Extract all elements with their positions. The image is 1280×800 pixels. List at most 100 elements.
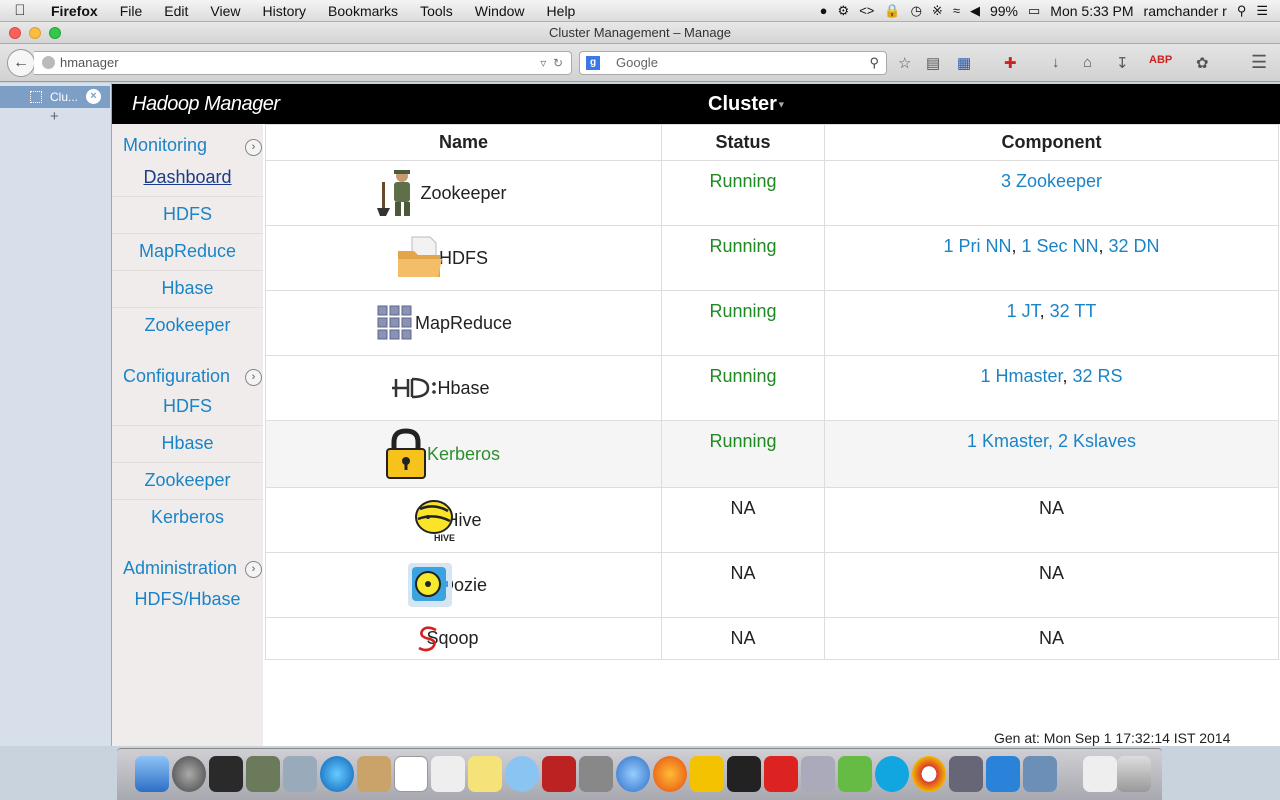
nav-item-config-hbase[interactable]: Hbase xyxy=(112,426,263,463)
minimize-window-button[interactable] xyxy=(29,27,41,39)
nav-item-config-hdfs[interactable]: HDFS xyxy=(112,389,263,426)
volume-icon[interactable]: ◀ xyxy=(970,3,980,19)
preview-icon[interactable] xyxy=(1023,756,1057,792)
calendar-icon[interactable] xyxy=(394,756,428,792)
back-button[interactable]: ← xyxy=(7,49,35,77)
gear-status-icon[interactable]: ⚙ xyxy=(838,3,850,19)
menu-app-firefox[interactable]: Firefox xyxy=(40,3,109,19)
menu-bookmarks[interactable]: Bookmarks xyxy=(317,3,409,19)
menu-history[interactable]: History xyxy=(251,3,317,19)
finder-icon[interactable] xyxy=(135,756,169,792)
cluster-dropdown[interactable]: Cluster▼ xyxy=(708,93,786,116)
close-tab-icon[interactable]: × xyxy=(86,89,101,104)
nav-item-monitoring-hbase[interactable]: Hbase xyxy=(112,271,263,308)
nav-item-admin-hdfs-hbase[interactable]: HDFS/Hbase xyxy=(112,582,263,619)
lock-status-icon[interactable]: 🔒 xyxy=(884,3,900,19)
app-icon[interactable] xyxy=(209,756,243,792)
component-link[interactable]: 3 Zookeeper xyxy=(1001,171,1102,191)
keychain-icon[interactable] xyxy=(801,756,835,792)
component-link[interactable]: 32 RS xyxy=(1073,366,1123,386)
extension-icon[interactable]: ✿ xyxy=(1196,54,1209,72)
component-link[interactable]: 1 Kmaster, 2 Kslaves xyxy=(967,431,1136,451)
skype-status-icon[interactable]: ● xyxy=(820,3,828,18)
trash-icon[interactable] xyxy=(1117,756,1151,792)
downloads-icon[interactable]: ↧ xyxy=(1116,54,1129,72)
component-link[interactable]: 32 TT xyxy=(1050,301,1097,321)
service-name-kerberos[interactable]: Kerberos xyxy=(427,444,500,464)
app-icon[interactable] xyxy=(690,756,724,792)
acrobat-icon[interactable] xyxy=(764,756,798,792)
google-engine-icon[interactable]: g xyxy=(586,56,600,70)
reading-list-icon[interactable]: ▤ xyxy=(926,54,940,72)
document-icon[interactable] xyxy=(1083,756,1117,792)
launchpad-icon[interactable] xyxy=(172,756,206,792)
wifi-icon[interactable]: ≈ xyxy=(953,3,960,18)
notification-icon[interactable]: ☰ xyxy=(1256,3,1268,19)
reload-icon[interactable]: ▿ ↻ xyxy=(540,52,563,74)
menu-view[interactable]: View xyxy=(199,3,251,19)
adblock-icon[interactable]: ABP xyxy=(1149,54,1172,66)
app-icon[interactable] xyxy=(986,756,1020,792)
battery-percent[interactable]: 99% xyxy=(990,3,1018,19)
nav-item-config-kerberos[interactable]: Kerberos xyxy=(112,500,263,537)
code-icon[interactable]: <> xyxy=(859,3,874,18)
addon-red-cross-icon[interactable]: ✚ xyxy=(1004,54,1017,72)
home-icon[interactable]: ⌂ xyxy=(1083,54,1092,71)
reminders-icon[interactable] xyxy=(431,756,465,792)
menu-tools[interactable]: Tools xyxy=(409,3,464,19)
save-icon[interactable]: ▦ xyxy=(957,54,971,72)
app-icon[interactable] xyxy=(949,756,983,792)
messages-icon[interactable] xyxy=(505,756,539,792)
chevron-right-icon[interactable]: › xyxy=(245,369,262,386)
nav-section-configuration[interactable]: Configuration xyxy=(123,366,230,387)
url-bar[interactable]: hmanager ▿ ↻ xyxy=(34,51,572,75)
chrome-icon[interactable] xyxy=(912,756,946,792)
new-tab-plus-icon[interactable]: + xyxy=(50,108,59,125)
zoom-window-button[interactable] xyxy=(49,27,61,39)
nav-section-monitoring[interactable]: Monitoring xyxy=(123,135,207,156)
menu-window[interactable]: Window xyxy=(464,3,536,19)
nav-item-monitoring-hdfs[interactable]: HDFS xyxy=(112,197,263,234)
menu-help[interactable]: Help xyxy=(536,3,587,19)
apple-menu-icon[interactable]:  xyxy=(0,2,40,19)
bluetooth-icon[interactable]: ※ xyxy=(932,3,943,19)
nav-item-monitoring-mapreduce[interactable]: MapReduce xyxy=(112,234,263,271)
menu-edit[interactable]: Edit xyxy=(153,3,199,19)
close-window-button[interactable] xyxy=(9,27,21,39)
firefox-icon[interactable] xyxy=(653,756,687,792)
download-arrow-icon[interactable]: ↓ xyxy=(1052,54,1060,71)
component-link[interactable]: 1 Hmaster xyxy=(980,366,1062,386)
time-machine-icon[interactable]: ◷ xyxy=(911,3,922,19)
nav-item-dashboard[interactable]: Dashboard xyxy=(112,160,263,197)
battery-icon[interactable]: ▭ xyxy=(1028,3,1040,19)
itunes-icon[interactable] xyxy=(320,756,354,792)
nav-section-administration[interactable]: Administration xyxy=(123,558,237,579)
menu-hamburger-icon[interactable]: ☰ xyxy=(1251,52,1267,73)
component-link[interactable]: 1 Sec NN xyxy=(1021,236,1098,256)
system-preferences-icon[interactable] xyxy=(579,756,613,792)
menu-file[interactable]: File xyxy=(109,3,154,19)
brand-logo[interactable]: Hadoop Manager xyxy=(132,93,280,116)
nav-item-monitoring-zookeeper[interactable]: Zookeeper xyxy=(112,308,263,345)
tab-cluster[interactable]: Clu... × xyxy=(0,86,110,108)
spotlight-search-icon[interactable]: ⚲ xyxy=(1237,3,1247,19)
chevron-right-icon[interactable]: › xyxy=(245,139,262,156)
photo-booth-icon[interactable] xyxy=(542,756,576,792)
contacts-icon[interactable] xyxy=(357,756,391,792)
app-icon[interactable] xyxy=(246,756,280,792)
nav-item-config-zookeeper[interactable]: Zookeeper xyxy=(112,463,263,500)
app-icon[interactable] xyxy=(838,756,872,792)
component-link[interactable]: 1 JT xyxy=(1007,301,1040,321)
clock[interactable]: Mon 5:33 PM xyxy=(1050,3,1133,19)
safari-icon[interactable] xyxy=(616,756,650,792)
terminal-icon[interactable] xyxy=(727,756,761,792)
chevron-right-icon[interactable]: › xyxy=(245,561,262,578)
search-input[interactable]: g Google ⚲ xyxy=(579,51,887,75)
mail-stamp-icon[interactable] xyxy=(283,756,317,792)
component-link[interactable]: 32 DN xyxy=(1109,236,1160,256)
component-link[interactable]: 1 Pri NN xyxy=(943,236,1011,256)
user-name[interactable]: ramchander r xyxy=(1144,3,1227,19)
skype-icon[interactable] xyxy=(875,756,909,792)
search-icon[interactable]: ⚲ xyxy=(869,52,879,74)
bookmark-star-icon[interactable]: ☆ xyxy=(898,54,911,72)
